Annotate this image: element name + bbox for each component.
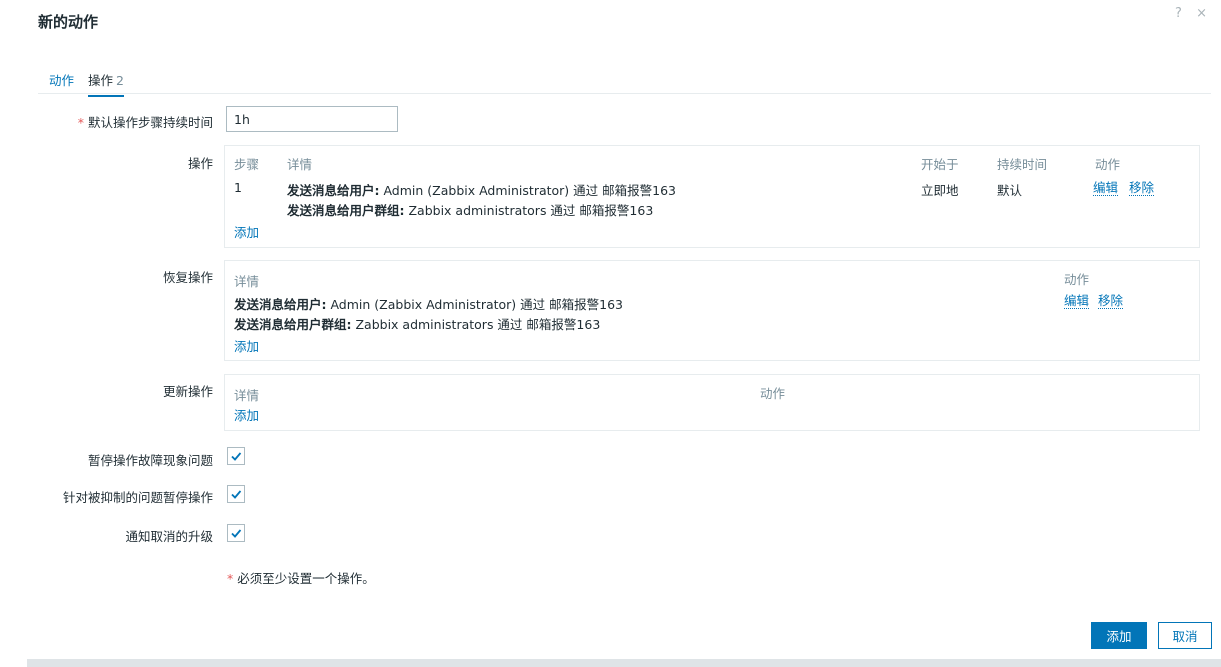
recovery-detail-user-prefix: 发送消息给用户: [234,297,327,312]
operations-table: 步骤 详情 开始于 持续时间 动作 1 发送消息给用户: Admin (Zabb… [224,145,1200,248]
pause-suppressed-checkbox[interactable] [227,485,245,503]
cancel-button[interactable]: 取消 [1158,622,1212,649]
recovery-table: 详情 动作 发送消息给用户: Admin (Zabbix Administrat… [224,260,1200,361]
operations-start: 立即地 [921,183,959,198]
recovery-label: 恢复操作 [162,270,213,285]
tab-action[interactable]: 动作 [49,70,74,89]
tab-operations-count: 2 [116,73,124,88]
update-table: 详情 动作 添加 [224,374,1200,431]
operations-header-step: 步骤 [234,157,260,172]
bottom-scrollbar[interactable] [27,659,1221,667]
recovery-header-detail: 详情 [234,274,260,289]
tab-bar: 动作 操作 2 [38,64,1211,97]
operations-header-start: 开始于 [921,157,959,172]
default-step-duration-input[interactable] [226,106,398,132]
operations-header-duration: 持续时间 [997,157,1048,172]
operations-remove-link[interactable]: 移除 [1129,180,1155,196]
operations-detail-group-prefix: 发送消息给用户群组: [287,203,405,218]
dialog-header-icons: ? × [1165,6,1207,21]
required-note-text: 必须至少设置一个操作。 [233,571,375,586]
notify-cancelled-checkbox[interactable] [227,524,245,542]
operations-header-action: 动作 [1095,157,1121,172]
recovery-detail-user-text: Admin (Zabbix Administrator) 通过 邮箱报警163 [326,297,623,312]
close-icon[interactable]: × [1196,6,1207,21]
update-add-link[interactable]: 添加 [234,408,259,423]
required-note: * 必须至少设置一个操作。 [227,568,375,587]
checkmark-icon [231,490,242,499]
update-header-detail: 详情 [234,388,260,403]
checkmark-icon [231,529,242,538]
checkmark-icon [231,452,242,461]
recovery-detail-user: 发送消息给用户: Admin (Zabbix Administrator) 通过… [234,294,623,313]
operations-detail-group: 发送消息给用户群组: Zabbix administrators 通过 邮箱报警… [287,200,653,219]
default-step-duration-label: * 默认操作步骤持续时间 [35,112,213,131]
recovery-remove-link[interactable]: 移除 [1098,293,1124,309]
pause-suppressed-label: 针对被抑制的问题暂停操作 [62,490,213,505]
tab-operations-label: 操作 [88,73,114,88]
recovery-detail-group-prefix: 发送消息给用户群组: [234,317,352,332]
notify-cancelled-label: 通知取消的升级 [125,529,213,544]
dialog-title: 新的动作 [38,13,99,31]
operations-add-link[interactable]: 添加 [234,225,259,240]
operations-header-detail: 详情 [287,157,313,172]
recovery-detail-group-text: Zabbix administrators 通过 邮箱报警163 [351,317,601,332]
required-marker: * [77,115,84,130]
operations-detail-user-prefix: 发送消息给用户: [287,183,380,198]
operations-edit-link[interactable]: 编辑 [1093,180,1119,196]
operations-detail-user-text: Admin (Zabbix Administrator) 通过 邮箱报警163 [379,183,676,198]
pause-symptoms-checkbox[interactable] [227,447,245,465]
update-label: 更新操作 [162,384,213,399]
recovery-add-link[interactable]: 添加 [234,339,259,354]
help-icon[interactable]: ? [1175,6,1182,21]
operations-step: 1 [234,180,242,195]
operations-detail-group-text: Zabbix administrators 通过 邮箱报警163 [404,203,654,218]
operations-duration: 默认 [997,183,1023,198]
default-step-duration-text: 默认操作步骤持续时间 [87,115,213,130]
operations-label: 操作 [187,156,213,171]
tab-action-label: 动作 [49,73,75,88]
tab-operations[interactable]: 操作 2 [88,70,124,97]
pause-symptoms-label: 暂停操作故障现象问题 [87,453,213,468]
update-header-action: 动作 [760,386,786,401]
recovery-edit-link[interactable]: 编辑 [1064,293,1090,309]
recovery-detail-group: 发送消息给用户群组: Zabbix administrators 通过 邮箱报警… [234,314,600,333]
operations-detail-user: 发送消息给用户: Admin (Zabbix Administrator) 通过… [287,180,676,199]
add-button[interactable]: 添加 [1091,622,1147,649]
recovery-header-action: 动作 [1064,272,1090,287]
